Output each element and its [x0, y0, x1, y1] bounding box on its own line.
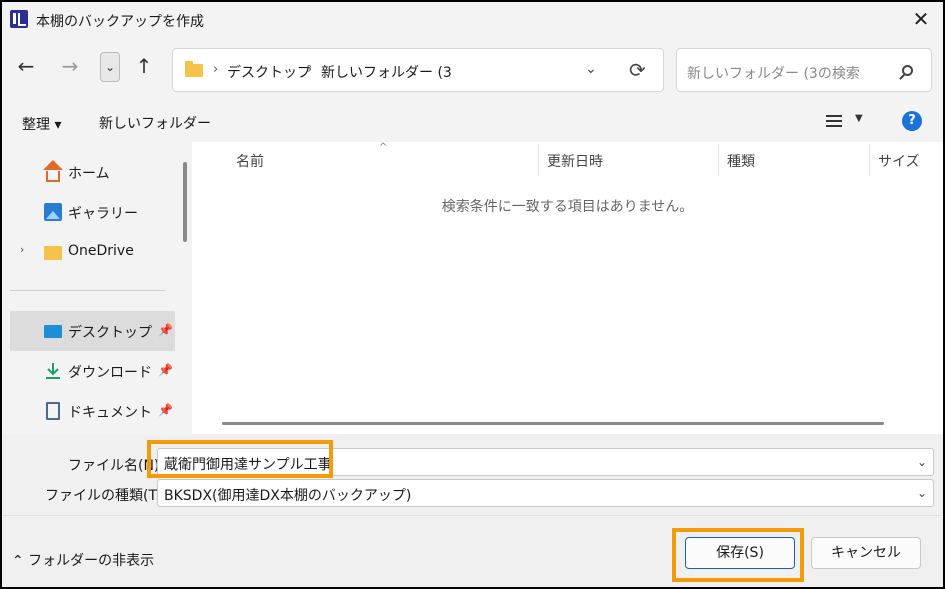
hide-folders-toggle[interactable]: ⌃ フォルダーの非表示 [12, 550, 154, 570]
filetype-label: ファイルの種類(T): [45, 488, 168, 504]
up-button[interactable]: ↑ [130, 52, 158, 80]
sort-ascending-icon: ^ [379, 142, 388, 153]
navigation-pane: ホーム ギャラリー › OneDrive デスクトップ 📌 ダウンロード 📌 ド… [10, 142, 187, 434]
forward-button[interactable]: → [56, 52, 84, 80]
command-bar: 整理 ▾ 新しいフォルダー ▼ ? [2, 98, 943, 142]
sidebar-item-documents[interactable]: ドキュメント 📌 [10, 391, 175, 431]
sidebar-divider [10, 290, 165, 291]
file-list: ^ 名前 更新日時 種類 サイズ 検索条件に一致する項目はありません。 [192, 142, 943, 434]
sidebar-item-label: OneDrive [68, 243, 134, 259]
save-dialog: 本棚のバックアップを作成 ✕ ← → ⌄ ↑ › デスクトップ › 新しいフォル… [2, 2, 943, 587]
close-button[interactable]: ✕ [909, 8, 933, 32]
organize-menu[interactable]: 整理 ▾ [22, 114, 61, 134]
chevron-down-icon[interactable]: ⌄ [917, 486, 927, 500]
breadcrumb-desktop[interactable]: デスクトップ [227, 62, 311, 82]
folder-icon [44, 246, 62, 260]
sidebar-item-onedrive[interactable]: › OneDrive [10, 232, 175, 272]
column-divider[interactable] [869, 144, 870, 176]
sidebar-item-label: ギャラリー [68, 206, 138, 222]
pin-icon: 📌 [158, 323, 173, 337]
sidebar-item-downloads[interactable]: ダウンロード 📌 [10, 351, 175, 391]
empty-message: 検索条件に一致する項目はありません。 [441, 199, 694, 215]
new-folder-button[interactable]: 新しいフォルダー [99, 113, 211, 133]
address-dropdown-icon[interactable]: ⌄ [585, 61, 597, 77]
breadcrumb-current-folder[interactable]: 新しいフォルダー (3 [321, 62, 452, 82]
search-box[interactable]: 新しいフォルダー (3の検索 [676, 48, 932, 92]
view-list-icon[interactable] [826, 115, 842, 127]
pin-icon: 📌 [158, 363, 173, 377]
gallery-icon [44, 203, 62, 221]
sidebar-item-home[interactable]: ホーム [10, 152, 175, 192]
navigation-bar: ← → ⌄ ↑ › デスクトップ › 新しいフォルダー (3 ⌄ ⟳ 新しいフォ… [2, 38, 943, 98]
sidebar-item-label: デスクトップ [68, 325, 152, 341]
title-bar: 本棚のバックアップを作成 ✕ [2, 2, 943, 38]
column-header-type[interactable]: 種類 [727, 151, 755, 171]
back-button[interactable]: ← [12, 52, 40, 80]
panel-divider [2, 515, 943, 516]
home-icon [43, 160, 63, 170]
view-options-icon[interactable]: ▼ [855, 113, 863, 124]
download-icon [46, 363, 60, 379]
pin-icon: 📌 [158, 403, 173, 417]
home-icon-body [46, 171, 60, 182]
breadcrumb-separator-icon: › [213, 62, 219, 77]
address-bar[interactable]: › デスクトップ › 新しいフォルダー (3 ⌄ ⟳ [172, 48, 664, 92]
sidebar-item-desktop[interactable]: デスクトップ 📌 [10, 311, 175, 351]
search-icon[interactable] [902, 65, 913, 76]
search-input[interactable]: 新しいフォルダー (3の検索 [687, 63, 860, 83]
app-icon [10, 10, 28, 28]
column-header-name[interactable]: 名前 [236, 151, 264, 171]
sidebar-scrollbar[interactable] [183, 162, 187, 242]
horizontal-scrollbar[interactable] [222, 422, 884, 425]
column-divider[interactable] [538, 144, 539, 176]
column-divider[interactable] [718, 144, 719, 176]
filename-highlight [147, 440, 333, 478]
sidebar-item-gallery[interactable]: ギャラリー [10, 192, 175, 232]
column-header-size[interactable]: サイズ [878, 151, 920, 171]
desktop-icon [44, 325, 62, 338]
breadcrumb-separator-icon: › [307, 62, 313, 77]
chevron-down-icon[interactable]: ⌄ [917, 455, 927, 469]
save-options-panel: ファイル名(N): 蔵衛門御用達サンプル工事 ⌄ ファイルの種類(T): BKS… [2, 434, 943, 587]
cancel-button[interactable]: キャンセル [811, 537, 921, 569]
refresh-icon[interactable]: ⟳ [629, 58, 646, 82]
filetype-value[interactable]: BKSDX(御用達DX本棚のバックアップ) [164, 485, 411, 505]
recent-locations-button[interactable]: ⌄ [100, 52, 120, 82]
column-header-modified[interactable]: 更新日時 [547, 151, 603, 171]
sidebar-item-label: ダウンロード [68, 365, 152, 381]
document-icon [46, 402, 60, 420]
folder-icon [185, 61, 203, 77]
filetype-select[interactable]: BKSDX(御用達DX本棚のバックアップ) ⌄ [157, 479, 934, 507]
save-button[interactable]: 保存(S) [685, 537, 795, 569]
help-icon[interactable]: ? [902, 111, 922, 131]
expand-chevron-icon[interactable]: › [20, 243, 24, 256]
sidebar-item-label: ホーム [68, 166, 110, 182]
sidebar-item-label: ドキュメント [68, 405, 152, 421]
window-title: 本棚のバックアップを作成 [36, 14, 204, 30]
